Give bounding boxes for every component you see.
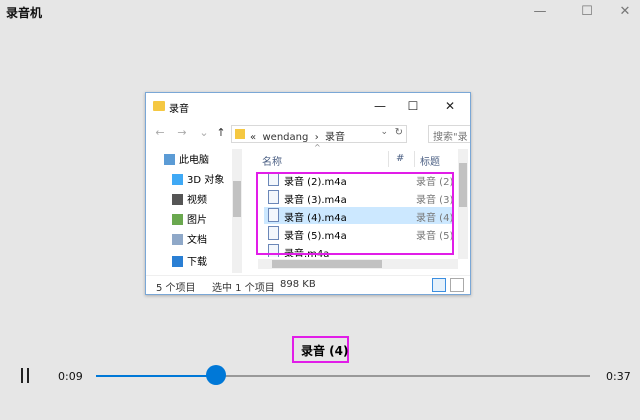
tree-item-pictures[interactable]: 图片: [172, 211, 207, 227]
refresh-icon[interactable]: ↻: [395, 127, 403, 138]
address-overflow-chevron: «: [250, 132, 257, 143]
tree-item-label: 视频: [187, 195, 207, 206]
tree-item-label: 下载: [187, 257, 207, 268]
maximize-button[interactable]: ☐: [567, 2, 607, 22]
breadcrumb-recordings[interactable]: 录音: [325, 132, 345, 143]
track-title: 录音 (4): [301, 344, 349, 358]
seek-thumb[interactable]: [206, 365, 227, 385]
status-bar: 5 个项目 选中 1 个项目 898 KB: [146, 275, 470, 294]
tree-item-label: 3D 对象: [187, 175, 225, 186]
address-bar[interactable]: « wendang › 录音 ⌄ ↻: [231, 125, 407, 143]
explorer-title-bar: 录音 — ☐ ✕: [146, 93, 470, 121]
column-divider[interactable]: [388, 151, 389, 167]
tree-item-documents[interactable]: 文档: [172, 231, 207, 247]
total-duration: 0:37: [606, 370, 631, 383]
explorer-minimize-button[interactable]: —: [368, 97, 392, 115]
address-dropdown-icon[interactable]: ⌄: [380, 127, 388, 137]
cube-icon: [172, 174, 183, 185]
explorer-maximize-button[interactable]: ☐: [401, 97, 425, 115]
large-icons-view-icon[interactable]: [450, 278, 464, 292]
navigation-pane: 此电脑 3D 对象 视频 图片 文档 下载: [146, 149, 246, 273]
breadcrumb-wendang[interactable]: wendang: [262, 132, 308, 143]
column-header-title[interactable]: 标题: [420, 153, 440, 168]
tree-item-3d-objects[interactable]: 3D 对象: [172, 171, 224, 187]
file-list-vertical-thumb[interactable]: [459, 163, 467, 207]
explorer-nav-bar: ← → ⌄ ↑ « wendang › 录音 ⌄ ↻ 搜索"录: [146, 123, 470, 145]
seek-bar[interactable]: [96, 375, 590, 377]
item-count: 5 个项目: [156, 283, 196, 294]
elapsed-time: 0:09: [58, 370, 83, 383]
app-title: 录音机: [6, 6, 43, 20]
highlight-annotation-files: [256, 172, 454, 255]
address-folder-icon: [235, 129, 245, 139]
download-icon: [172, 256, 183, 267]
search-box[interactable]: 搜索"录: [428, 125, 470, 143]
sort-ascending-icon: ^: [314, 143, 321, 152]
folder-icon: [153, 101, 165, 111]
tree-item-label: 图片: [187, 215, 207, 226]
minimize-button[interactable]: —: [520, 2, 560, 22]
navigation-pane-scroll-thumb[interactable]: [233, 181, 241, 217]
back-arrow-icon[interactable]: ←: [153, 126, 167, 140]
file-list-horizontal-thumb[interactable]: [272, 260, 382, 268]
pause-icon[interactable]: [18, 368, 32, 384]
video-icon: [172, 194, 183, 205]
close-button[interactable]: ✕: [605, 2, 640, 22]
column-divider[interactable]: [414, 151, 415, 167]
title-bar: 录音机 — ☐ ✕: [0, 0, 640, 26]
tree-item-downloads[interactable]: 下载: [172, 253, 207, 269]
forward-arrow-icon[interactable]: →: [175, 126, 189, 140]
selected-size: 898 KB: [280, 279, 316, 290]
address-path: « wendang › 录音: [250, 128, 345, 143]
tree-item-label: 文档: [187, 235, 207, 246]
search-placeholder: 搜索"录: [433, 132, 468, 143]
explorer-title: 录音: [169, 104, 189, 115]
breadcrumb-separator: ›: [314, 132, 319, 143]
tree-item-label: 此电脑: [179, 155, 209, 166]
up-arrow-icon[interactable]: ↑: [214, 126, 228, 140]
computer-icon: [164, 154, 175, 165]
picture-icon: [172, 214, 183, 225]
recent-dropdown-icon[interactable]: ⌄: [197, 126, 211, 140]
column-header-name[interactable]: 名称: [262, 153, 282, 168]
tree-item-this-pc[interactable]: 此电脑: [164, 151, 209, 167]
column-header-number[interactable]: #: [396, 153, 404, 164]
selected-count: 选中 1 个项目: [212, 283, 275, 294]
tree-item-videos[interactable]: 视频: [172, 191, 207, 207]
seek-bar-progress: [96, 375, 217, 377]
details-view-icon[interactable]: [432, 278, 446, 292]
explorer-close-button[interactable]: ✕: [438, 97, 462, 115]
document-icon: [172, 234, 183, 245]
